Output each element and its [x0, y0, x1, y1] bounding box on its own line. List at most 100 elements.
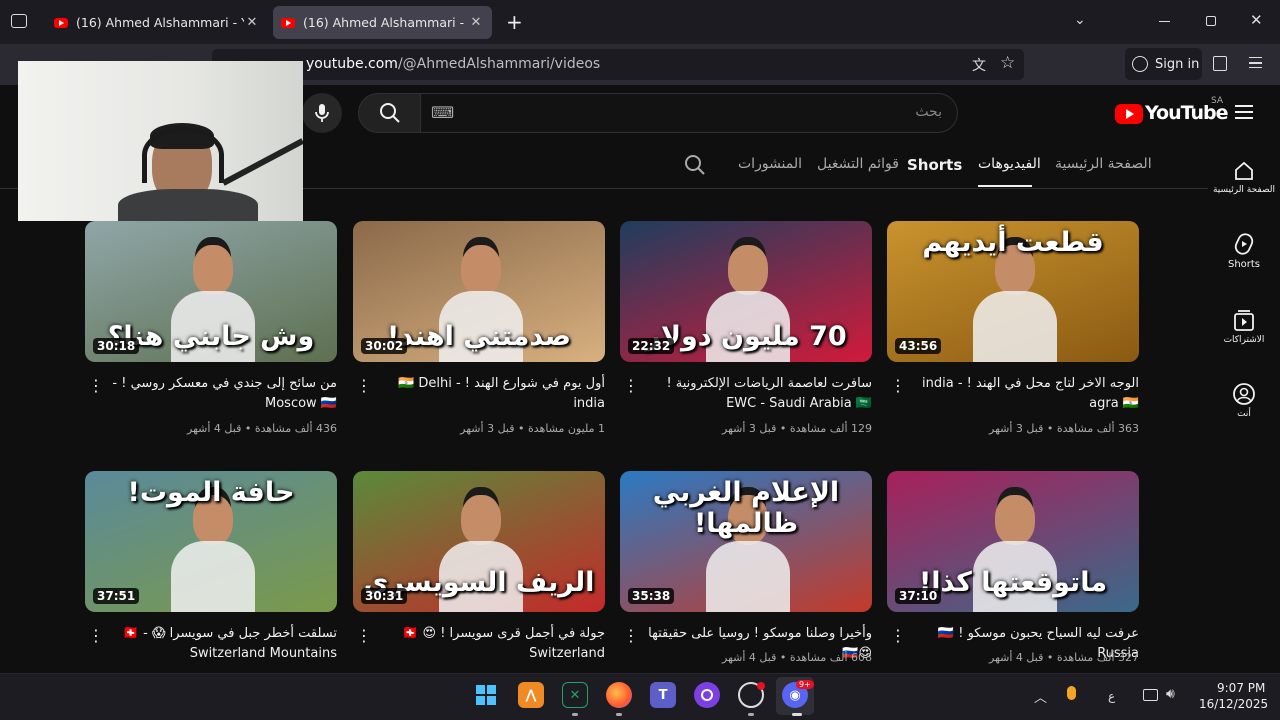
video-title[interactable]: تسلقت أخطر جبل في سويسرا 😱 - 🇨🇭 Switzerl…: [105, 624, 337, 664]
video-more-menu-icon[interactable]: ⋮: [890, 378, 906, 394]
video-thumbnail[interactable]: ماتوقعتها كذا! 37:10: [887, 471, 1139, 612]
video-meta: 363 ألف مشاهدة • قبل 3 أشهر: [907, 422, 1139, 435]
video-more-menu-icon[interactable]: ⋮: [623, 378, 639, 394]
video-more-menu-icon[interactable]: ⋮: [88, 628, 104, 644]
video-title[interactable]: الوجه الاخر لتاج محل في الهند ! - india …: [907, 374, 1139, 414]
video-duration: 30:18: [93, 338, 140, 354]
video-age: قبل 3 أشهر: [989, 422, 1044, 435]
voice-search-button[interactable]: [302, 93, 342, 133]
app-running-indicator: [792, 713, 802, 716]
guide-item-you[interactable]: أنت: [1208, 382, 1280, 419]
meta-separator: •: [776, 651, 790, 664]
tab-shorts[interactable]: Shorts: [907, 156, 962, 174]
guide-label: الصفحة الرئيسية: [1212, 185, 1276, 195]
meta-separator: •: [776, 422, 790, 435]
volume-icon[interactable]: 🔊︎: [1166, 686, 1175, 702]
url-text[interactable]: youtube.com/@AhmedAlshammari/videos: [306, 56, 600, 72]
tab-title: (16) Ahmed Alshammari - YouTube: [303, 15, 468, 30]
url-path: /@AhmedAlshammari/videos: [397, 56, 601, 72]
video-thumbnail[interactable]: قطعت أيديهم 43:56: [887, 221, 1139, 362]
thumbnail-person: [728, 245, 768, 295]
app-running-indicator: [572, 713, 578, 716]
close-tab-icon[interactable]: ✕: [468, 15, 484, 30]
language-indicator[interactable]: ع: [1108, 689, 1115, 703]
youtube-logo[interactable]: YouTube: [1115, 102, 1228, 126]
new-tab-button[interactable]: +: [506, 10, 523, 34]
tray-microphone-icon[interactable]: [1067, 686, 1076, 700]
close-window-icon[interactable]: ✕: [1250, 11, 1263, 29]
tab-playlists[interactable]: قوائم التشغيل: [817, 156, 899, 172]
video-title[interactable]: من سائح إلى جندي في معسكر روسي ! - Mosco…: [105, 374, 337, 414]
channel-search-icon[interactable]: [684, 154, 706, 180]
excel-icon[interactable]: ✕: [562, 682, 588, 708]
browser-tab-1[interactable]: (16) Ahmed Alshammari - YouTube ✕: [46, 6, 268, 39]
extensions-icon[interactable]: [1213, 56, 1227, 71]
video-more-menu-icon[interactable]: ⋮: [890, 628, 906, 644]
webcam-headset: [142, 127, 224, 183]
search-icon: [379, 103, 400, 123]
tray-chevron-icon[interactable]: ︿: [1034, 687, 1047, 706]
video-age: قبل 3 أشهر: [460, 422, 515, 435]
video-thumbnail[interactable]: الريف السويسري 30:31: [353, 471, 605, 612]
tab-overview-icon[interactable]: [11, 14, 27, 28]
teams-icon[interactable]: T: [650, 682, 676, 708]
video-thumbnail[interactable]: وش جابني هنا؟ 30:18: [85, 221, 337, 362]
webcam-person-body: [118, 189, 258, 221]
app-icon-purple[interactable]: [694, 682, 720, 708]
video-thumbnail[interactable]: حافة الموت! 37:51: [85, 471, 337, 612]
video-thumbnail[interactable]: صدمتني اهند! 30:02: [353, 221, 605, 362]
video-title[interactable]: جولة في أجمل قرى سويسرا ! 😍 🇨🇭 Switzerla…: [373, 624, 605, 664]
firefox-icon[interactable]: [606, 682, 632, 708]
youtube-favicon-icon: [54, 17, 68, 28]
bookmark-star-icon[interactable]: ☆: [1000, 53, 1015, 73]
video-age: قبل 4 أشهر: [722, 651, 777, 664]
tab-posts[interactable]: المنشورات: [738, 156, 802, 172]
thumbnail-text: حافة الموت!: [127, 477, 295, 508]
video-thumbnail[interactable]: الإعلام الغربي ظالمها! 35:38: [620, 471, 872, 612]
video-meta: 608 ألف مشاهدة • قبل 4 أشهر: [640, 651, 872, 664]
video-more-menu-icon[interactable]: ⋮: [88, 378, 104, 394]
video-more-menu-icon[interactable]: ⋮: [356, 628, 372, 644]
tab-home[interactable]: الصفحة الرئيسية: [1055, 156, 1152, 172]
video-meta: 1 مليون مشاهدة • قبل 3 أشهر: [373, 422, 605, 435]
guide-label: أنت: [1237, 409, 1251, 419]
thumbnail-person: [461, 495, 501, 545]
guide-item-home[interactable]: الصفحة الرئيسية: [1208, 160, 1280, 195]
tab-videos[interactable]: الفيديوهات: [978, 156, 1041, 172]
keyboard-icon[interactable]: ⌨: [431, 103, 454, 122]
thumbnail-text: الإعلام الغربي ظالمها!: [652, 477, 840, 539]
search-button[interactable]: [358, 93, 421, 133]
restore-icon[interactable]: [1206, 16, 1216, 26]
browser-tab-2[interactable]: (16) Ahmed Alshammari - YouTube ✕: [273, 6, 492, 39]
active-tab-underline: [978, 185, 1032, 187]
thumbnail-body: [706, 541, 790, 612]
clock-time[interactable]: 9:07 PM: [1217, 681, 1265, 695]
app-icon-orange[interactable]: ⋀: [518, 682, 544, 708]
video-title[interactable]: سافرت لعاصمة الرياضات الإلكترونية ! EWC …: [640, 374, 872, 414]
video-duration: 35:38: [628, 588, 675, 604]
network-icon[interactable]: [1143, 689, 1158, 701]
clock-date[interactable]: 16/12/2025: [1199, 697, 1268, 711]
tab-list-chevron-icon[interactable]: ⌄: [1074, 12, 1086, 28]
video-title[interactable]: أول يوم في شوارع الهند ! - 🇮🇳 Delhi indi…: [373, 374, 605, 414]
search-input[interactable]: [421, 93, 958, 133]
minimize-icon[interactable]: [1159, 21, 1170, 22]
app-running-indicator: [748, 713, 754, 716]
thumbnail-person: [461, 245, 501, 295]
windows-start-icon[interactable]: [473, 682, 499, 708]
video-more-menu-icon[interactable]: ⋮: [356, 378, 372, 394]
video-thumbnail[interactable]: 70 مليون دولار 22:32: [620, 221, 872, 362]
guide-item-subscriptions[interactable]: الاشتراكات: [1208, 308, 1280, 345]
translate-icon[interactable]: 文: [972, 55, 986, 75]
video-views: 363 ألف مشاهدة: [1056, 422, 1139, 435]
meta-separator: •: [514, 422, 528, 435]
video-views: 327 ألف مشاهدة: [1056, 651, 1139, 664]
guide-label: الاشتراكات: [1223, 335, 1265, 345]
video-duration: 37:51: [93, 588, 140, 604]
thumbnail-text: قطعت أيديهم: [922, 227, 1104, 258]
video-views: 129 ألف مشاهدة: [789, 422, 872, 435]
video-more-menu-icon[interactable]: ⋮: [623, 628, 639, 644]
close-tab-icon[interactable]: ✕: [244, 15, 260, 30]
guide-item-shorts[interactable]: Shorts: [1208, 232, 1280, 270]
play-icon: [1126, 109, 1134, 119]
